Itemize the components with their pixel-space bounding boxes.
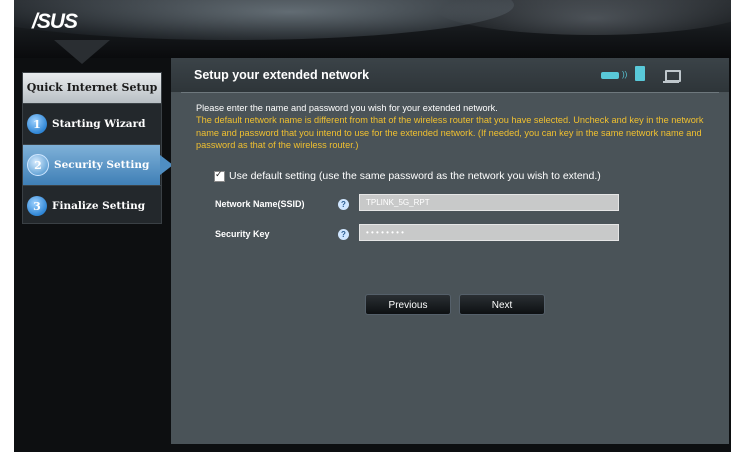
step-2-icon: 2	[27, 154, 49, 176]
network-name-label: Network Name(SSID)	[215, 199, 305, 209]
sidebar-title: Quick Internet Setup	[23, 73, 161, 103]
main-panel: Setup your extended network )) Please en…	[171, 58, 729, 444]
default-setting-label: Use default setting (use the same passwo…	[229, 170, 601, 182]
default-setting-checkbox[interactable]	[214, 169, 225, 182]
main-header: Setup your extended network ))	[171, 58, 729, 92]
instructions: Please enter the name and password you w…	[196, 102, 716, 152]
sidebar-item-security-setting[interactable]: 2 Security Setting	[23, 144, 173, 185]
computer-icon	[663, 70, 681, 83]
app-window: /SUS Quick Internet Setup 1 Starting Wiz…	[14, 0, 731, 452]
sidebar: Quick Internet Setup 1 Starting Wizard 2…	[22, 72, 173, 226]
default-setting-row: Use default setting (use the same passwo…	[214, 169, 601, 182]
help-icon[interactable]: ?	[338, 199, 349, 210]
step-1-icon: 1	[27, 114, 47, 134]
header-decor	[54, 40, 110, 64]
router-icon	[601, 72, 619, 79]
help-icon[interactable]: ?	[338, 229, 349, 240]
divider	[181, 92, 719, 93]
step-3-icon: 3	[27, 196, 47, 216]
sidebar-item-label: Finalize Setting	[52, 200, 146, 212]
instructions-text: Please enter the name and password you w…	[196, 103, 498, 113]
security-key-label: Security Key	[215, 229, 270, 239]
header-bar: /SUS	[14, 0, 731, 64]
next-button[interactable]: Next	[459, 294, 545, 315]
instructions-warning: The default network name is different fr…	[196, 115, 704, 151]
sidebar-item-label: Security Setting	[54, 159, 150, 171]
asus-logo: /SUS	[32, 10, 78, 33]
wifi-wave-icon: ))	[622, 70, 628, 79]
previous-button[interactable]: Previous	[365, 294, 451, 315]
network-name-input[interactable]: TPLINK_5G_RPT	[359, 194, 619, 211]
sidebar-item-starting-wizard[interactable]: 1 Starting Wizard	[23, 103, 161, 144]
security-key-input[interactable]: • • • • • • • •	[359, 224, 619, 241]
sidebar-item-label: Starting Wizard	[52, 118, 146, 130]
sidebar-item-finalize-setting[interactable]: 3 Finalize Setting	[23, 185, 161, 226]
repeater-icon	[635, 66, 645, 81]
page-title: Setup your extended network	[194, 68, 370, 82]
